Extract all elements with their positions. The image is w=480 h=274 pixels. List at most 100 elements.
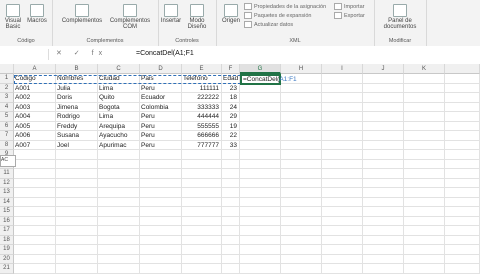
grid-cell[interactable]	[182, 216, 222, 226]
grid-cell[interactable]	[445, 169, 480, 179]
grid-cell[interactable]	[281, 150, 322, 160]
grid-cell[interactable]	[322, 102, 363, 112]
grid-cell[interactable]	[222, 216, 240, 226]
grid-cell[interactable]: Telefono	[182, 74, 222, 84]
grid-cell[interactable]	[281, 226, 322, 236]
row-header[interactable]: 17	[0, 226, 14, 236]
row-header[interactable]: 3	[0, 93, 14, 103]
grid-cell[interactable]	[404, 93, 445, 103]
grid-cell[interactable]	[445, 102, 480, 112]
grid-cell[interactable]	[445, 254, 480, 264]
grid-cell[interactable]	[363, 169, 404, 179]
grid-cell[interactable]	[281, 264, 322, 274]
grid-cell[interactable]	[445, 150, 480, 160]
grid-cell[interactable]	[363, 197, 404, 207]
grid-cell[interactable]	[322, 188, 363, 198]
grid-cell[interactable]: A001	[14, 83, 56, 93]
col-header-i[interactable]: I	[322, 64, 363, 74]
grid-cell[interactable]	[363, 93, 404, 103]
source-button[interactable]: Origen	[220, 4, 242, 24]
grid-cell[interactable]	[281, 245, 322, 255]
grid-cell[interactable]: 444444	[182, 112, 222, 122]
name-box[interactable]	[2, 49, 49, 60]
grid-cell[interactable]	[322, 140, 363, 150]
grid-cell[interactable]	[404, 245, 445, 255]
grid-cell[interactable]: 111111	[182, 83, 222, 93]
grid-cell[interactable]	[363, 245, 404, 255]
grid-cell[interactable]	[281, 254, 322, 264]
grid-cell[interactable]	[98, 178, 140, 188]
grid-cell[interactable]	[363, 188, 404, 198]
row-header[interactable]: 15	[0, 207, 14, 217]
import-button[interactable]: Importar	[334, 3, 364, 10]
grid-cell[interactable]: 555555	[182, 121, 222, 131]
grid-cell[interactable]: Jimena	[56, 102, 98, 112]
grid-cell[interactable]	[363, 159, 404, 169]
active-cell-g1[interactable]: =ConcatDel(A1:F1	[240, 74, 297, 85]
expansion-packs-button[interactable]: Paquetes de expansión	[244, 12, 312, 19]
grid-cell[interactable]	[363, 150, 404, 160]
grid-cell[interactable]	[140, 254, 182, 264]
col-header-f[interactable]: F	[222, 64, 240, 74]
grid-cell[interactable]	[14, 169, 56, 179]
grid-cell[interactable]: Edad	[222, 74, 240, 84]
col-header-h[interactable]: H	[281, 64, 322, 74]
grid-cell[interactable]	[14, 254, 56, 264]
grid-cell[interactable]	[281, 83, 322, 93]
grid-cell[interactable]: Peru	[140, 83, 182, 93]
grid-cell[interactable]	[98, 254, 140, 264]
grid-cell[interactable]	[222, 178, 240, 188]
grid-cell[interactable]	[445, 235, 480, 245]
grid-cell[interactable]	[322, 197, 363, 207]
grid-cell[interactable]	[404, 131, 445, 141]
grid-cell[interactable]	[240, 140, 281, 150]
grid-cell[interactable]: Doris	[56, 93, 98, 103]
grid-cell[interactable]	[240, 245, 281, 255]
grid-cell[interactable]	[322, 264, 363, 274]
grid-cell[interactable]: 22	[222, 131, 240, 141]
grid-cell[interactable]	[363, 226, 404, 236]
grid-cell[interactable]	[222, 188, 240, 198]
grid-cell[interactable]	[14, 264, 56, 274]
grid-cell[interactable]	[240, 197, 281, 207]
grid-cell[interactable]	[56, 254, 98, 264]
row-header[interactable]: 8	[0, 140, 14, 150]
grid-cell[interactable]: 333333	[182, 102, 222, 112]
grid-cell[interactable]	[140, 150, 182, 160]
grid-cell[interactable]	[14, 216, 56, 226]
grid-cell[interactable]	[222, 245, 240, 255]
grid-cell[interactable]: 19	[222, 121, 240, 131]
row-header[interactable]: 7	[0, 131, 14, 141]
col-header-c[interactable]: C	[98, 64, 140, 74]
grid-cell[interactable]: A002	[14, 93, 56, 103]
grid-cell[interactable]	[281, 140, 322, 150]
grid-cell[interactable]	[98, 159, 140, 169]
grid-cell[interactable]	[445, 159, 480, 169]
grid-cell[interactable]: 18	[222, 93, 240, 103]
grid-cell[interactable]	[182, 207, 222, 217]
grid-cell[interactable]	[182, 188, 222, 198]
grid-cell[interactable]	[56, 197, 98, 207]
grid-cell[interactable]: 222222	[182, 93, 222, 103]
grid-cell[interactable]	[445, 131, 480, 141]
col-header-g[interactable]: G	[240, 64, 281, 74]
col-header-b[interactable]: B	[56, 64, 98, 74]
grid-cell[interactable]	[98, 169, 140, 179]
grid-cell[interactable]	[222, 207, 240, 217]
grid-cell[interactable]	[322, 245, 363, 255]
grid-cell[interactable]	[322, 131, 363, 141]
row-header[interactable]: 6	[0, 121, 14, 131]
export-button[interactable]: Exportar	[334, 12, 365, 19]
grid-cell[interactable]	[404, 216, 445, 226]
grid-cell[interactable]	[445, 216, 480, 226]
grid-cell[interactable]	[404, 112, 445, 122]
formula-buttons[interactable]: ✕ ✓ fx	[56, 49, 107, 57]
grid-cell[interactable]	[222, 226, 240, 236]
grid-cell[interactable]	[281, 93, 322, 103]
grid-cell[interactable]: Ayacucho	[98, 131, 140, 141]
grid-cell[interactable]	[222, 159, 240, 169]
grid-cell[interactable]	[322, 159, 363, 169]
grid-cell[interactable]	[182, 254, 222, 264]
grid-cell[interactable]: A003	[14, 102, 56, 112]
grid-cell[interactable]	[240, 188, 281, 198]
